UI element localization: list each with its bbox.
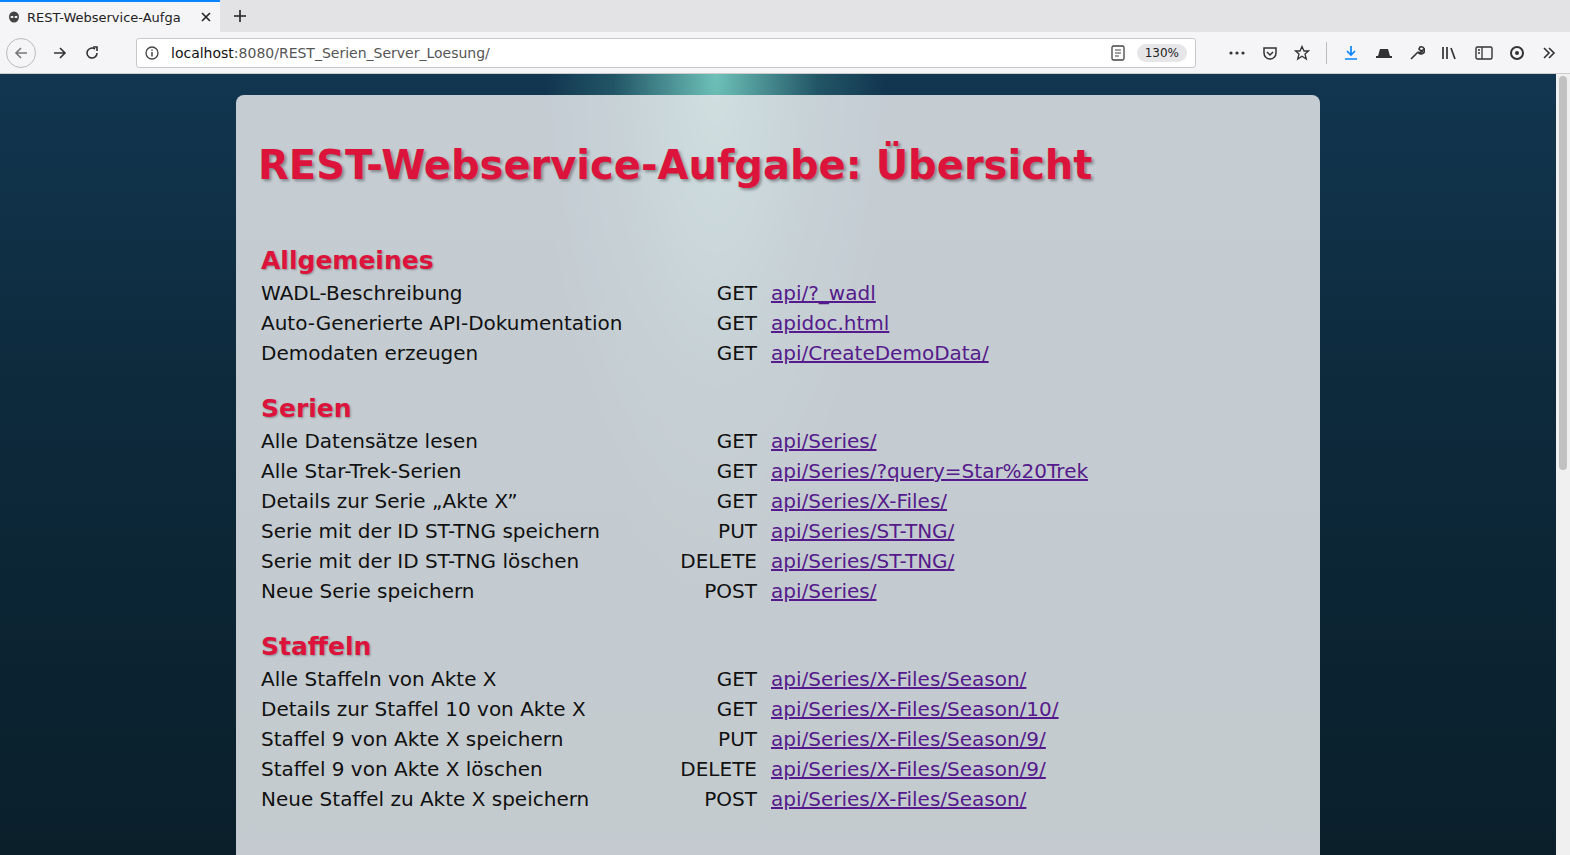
- section-title: Staffeln: [261, 630, 1295, 664]
- http-method: PUT: [675, 724, 757, 754]
- overflow-icon[interactable]: [1541, 45, 1557, 61]
- endpoint-label: Alle Staffeln von Akte X: [261, 664, 661, 694]
- new-tab-icon[interactable]: [232, 8, 248, 24]
- http-method: DELETE: [675, 754, 757, 784]
- endpoint-label: Staffel 9 von Akte X löschen: [261, 754, 661, 784]
- page-title: REST-Webservice-Aufgabe: Übersicht: [258, 139, 1295, 191]
- endpoint-section: AllgemeinesWADL-Beschreibung GET api/?_wad…: [261, 244, 1295, 368]
- download-icon[interactable]: [1343, 45, 1359, 61]
- endpoint-link[interactable]: api/Series/: [771, 576, 877, 606]
- endpoint-link[interactable]: api/Series/X-Files/Season/: [771, 664, 1026, 694]
- viewport: REST-Webservice-Aufgabe: Übersicht Allgem…: [0, 74, 1570, 855]
- endpoint-row: Neue Staffel zu Akte X speichern POST api/…: [261, 784, 1295, 814]
- library-icon[interactable]: [1441, 45, 1459, 61]
- endpoint-link[interactable]: api/Series/X-Files/Season/9/: [771, 754, 1046, 784]
- endpoint-label: Neue Staffel zu Akte X speichern: [261, 784, 661, 814]
- http-method: GET: [675, 338, 757, 368]
- http-method: DELETE: [675, 546, 757, 576]
- alien-icon: [8, 11, 20, 23]
- endpoint-row: Neue Serie speichern POST api/Series/: [261, 576, 1295, 606]
- browser-window: REST-Webservice-Aufga localhost:8080/REST…: [0, 0, 1570, 855]
- endpoint-link[interactable]: api/Series/: [771, 426, 877, 456]
- endpoint-label: Serie mit der ID ST-TNG speichern: [261, 516, 661, 546]
- endpoint-link[interactable]: api/?_wadl: [771, 278, 876, 308]
- endpoint-label: Demodaten erzeugen: [261, 338, 661, 368]
- hat-icon[interactable]: [1375, 45, 1393, 61]
- endpoint-row: Staffel 9 von Akte X löschen DELETE api/Se…: [261, 754, 1295, 784]
- scrollbar-thumb[interactable]: [1559, 76, 1567, 470]
- reload-icon[interactable]: [84, 45, 100, 61]
- http-method: POST: [675, 576, 757, 606]
- page-background: REST-Webservice-Aufgabe: Übersicht Allgem…: [0, 74, 1556, 855]
- endpoint-row: Staffel 9 von Akte X speichern PUT api/Ser…: [261, 724, 1295, 754]
- endpoint-label: Details zur Staffel 10 von Akte X: [261, 694, 661, 724]
- endpoint-link[interactable]: api/Series/X-Files/: [771, 486, 947, 516]
- endpoint-section: StaffelnAlle Staffeln von Akte X GET api/S…: [261, 630, 1295, 814]
- info-icon[interactable]: [145, 46, 159, 60]
- endpoint-label: Alle Star-Trek-Serien: [261, 456, 661, 486]
- scrollbar[interactable]: [1556, 74, 1570, 855]
- endpoint-label: Staffel 9 von Akte X speichern: [261, 724, 661, 754]
- http-method: PUT: [675, 516, 757, 546]
- tab-label: REST-Webservice-Aufga: [27, 10, 193, 25]
- url-text: localhost:8080/REST_Serien_Server_Loesun…: [171, 45, 1099, 61]
- extension-icon[interactable]: [1509, 45, 1525, 61]
- reader-view-icon[interactable]: [1111, 45, 1125, 61]
- endpoint-label: Neue Serie speichern: [261, 576, 661, 606]
- endpoint-link[interactable]: api/Series/ST-TNG/: [771, 546, 954, 576]
- endpoint-row: Demodaten erzeugen GET api/CreateDemoData/: [261, 338, 1295, 368]
- pocket-icon[interactable]: [1262, 45, 1278, 61]
- endpoint-row: Alle Datensätze lesen GET api/Series/: [261, 426, 1295, 456]
- endpoint-section: SerienAlle Datensätze lesen GET api/Series…: [261, 392, 1295, 606]
- http-method: GET: [675, 664, 757, 694]
- wrench-icon[interactable]: [1409, 45, 1425, 61]
- http-method: GET: [675, 456, 757, 486]
- nav-bar: localhost:8080/REST_Serien_Server_Loesun…: [0, 32, 1570, 74]
- endpoint-label: Auto-Generierte API-Dokumentation: [261, 308, 661, 338]
- endpoint-row: Details zur Staffel 10 von Akte X GET api/…: [261, 694, 1295, 724]
- separator: [1326, 42, 1327, 64]
- endpoint-link[interactable]: apidoc.html: [771, 308, 889, 338]
- content-card: REST-Webservice-Aufgabe: Übersicht Allgem…: [236, 95, 1320, 855]
- page-actions-icon[interactable]: [1228, 45, 1246, 61]
- section-title: Serien: [261, 392, 1295, 426]
- close-icon[interactable]: [200, 11, 212, 23]
- endpoint-label: Details zur Serie „Akte X”: [261, 486, 661, 516]
- back-button[interactable]: [6, 38, 36, 68]
- endpoint-row: Auto-Generierte API-Dokumentation GET apid…: [261, 308, 1295, 338]
- browser-tab[interactable]: REST-Webservice-Aufga: [0, 0, 220, 32]
- endpoint-link[interactable]: api/Series/X-Files/Season/9/: [771, 724, 1046, 754]
- url-field[interactable]: localhost:8080/REST_Serien_Server_Loesun…: [136, 38, 1196, 68]
- back-arrow-icon: [13, 45, 29, 61]
- endpoint-link[interactable]: api/Series/?query=Star%20Trek: [771, 456, 1088, 486]
- endpoint-label: Alle Datensätze lesen: [261, 426, 661, 456]
- endpoint-link[interactable]: api/Series/X-Files/Season/: [771, 784, 1026, 814]
- endpoint-link[interactable]: api/CreateDemoData/: [771, 338, 989, 368]
- endpoint-row: Details zur Serie „Akte X” GET api/Series/…: [261, 486, 1295, 516]
- section-title: Allgemeines: [261, 244, 1295, 278]
- endpoint-row: Serie mit der ID ST-TNG speichern PUT api/…: [261, 516, 1295, 546]
- endpoint-label: WADL-Beschreibung: [261, 278, 661, 308]
- endpoint-row: Serie mit der ID ST-TNG löschen DELETE api…: [261, 546, 1295, 576]
- sidebar-icon[interactable]: [1475, 45, 1493, 61]
- endpoint-label: Serie mit der ID ST-TNG löschen: [261, 546, 661, 576]
- http-method: GET: [675, 694, 757, 724]
- http-method: GET: [675, 278, 757, 308]
- http-method: GET: [675, 308, 757, 338]
- http-method: POST: [675, 784, 757, 814]
- endpoint-row: Alle Staffeln von Akte X GET api/Series/X-…: [261, 664, 1295, 694]
- forward-arrow-icon[interactable]: [52, 45, 68, 61]
- tab-bar: REST-Webservice-Aufga: [0, 0, 1570, 32]
- endpoint-row: Alle Star-Trek-Serien GET api/Series/?quer…: [261, 456, 1295, 486]
- bookmark-star-icon[interactable]: [1294, 45, 1310, 61]
- endpoint-link[interactable]: api/Series/X-Files/Season/10/: [771, 694, 1059, 724]
- zoom-badge[interactable]: 130%: [1137, 44, 1187, 62]
- http-method: GET: [675, 486, 757, 516]
- endpoint-row: WADL-Beschreibung GET api/?_wadl: [261, 278, 1295, 308]
- http-method: GET: [675, 426, 757, 456]
- endpoint-link[interactable]: api/Series/ST-TNG/: [771, 516, 954, 546]
